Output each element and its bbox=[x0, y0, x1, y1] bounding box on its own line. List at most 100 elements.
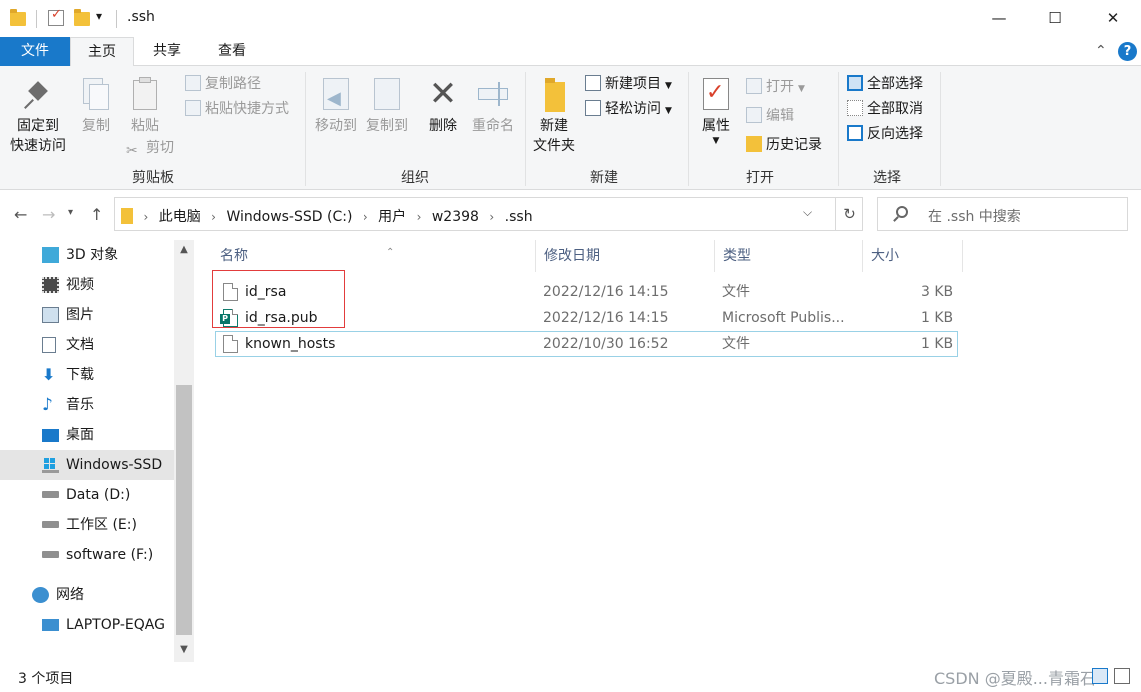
nav-item-documents[interactable]: 文档 bbox=[0, 330, 174, 360]
file-type: 文件 bbox=[722, 336, 750, 352]
properties-button[interactable]: ✓ 属性 ▼ bbox=[694, 76, 738, 146]
delete-button[interactable]: ✕ 删除 bbox=[422, 76, 464, 136]
new-folder-icon[interactable] bbox=[74, 9, 90, 26]
paste-button[interactable]: 粘贴 bbox=[124, 76, 166, 136]
select-all-button[interactable]: 全部选择 bbox=[847, 74, 923, 96]
easy-access-icon bbox=[585, 100, 601, 116]
nav-item-software-f[interactable]: software (F:) bbox=[0, 540, 174, 570]
nav-item-3d-objects[interactable]: 3D 对象 bbox=[0, 240, 174, 270]
breadcrumb-item[interactable]: .ssh bbox=[505, 209, 533, 225]
column-header-label: 大小 bbox=[871, 248, 899, 264]
large-icons-view-icon[interactable] bbox=[1114, 668, 1130, 684]
nav-item-music[interactable]: ♪ 音乐 bbox=[0, 390, 174, 420]
drive-icon bbox=[42, 491, 59, 498]
nav-item-desktop[interactable]: 桌面 bbox=[0, 420, 174, 450]
invert-selection-label: 反向选择 bbox=[867, 126, 923, 142]
column-header-size[interactable]: 大小 bbox=[863, 240, 963, 272]
column-header-name[interactable]: 名称 ⌃ bbox=[212, 240, 536, 272]
paste-shortcut-button[interactable]: 粘贴快捷方式 bbox=[185, 99, 289, 121]
file-modified: 2022/12/16 14:15 bbox=[543, 284, 669, 300]
pictures-icon bbox=[42, 307, 59, 323]
tab-share[interactable]: 共享 bbox=[136, 37, 198, 66]
properties-checkbox-icon[interactable]: ✓ bbox=[48, 7, 64, 26]
scroll-up-icon[interactable]: ▲ bbox=[174, 240, 194, 260]
video-icon bbox=[42, 277, 59, 293]
breadcrumb-item[interactable]: 此电脑 bbox=[159, 209, 201, 225]
nav-item-workspace-e[interactable]: 工作区 (E:) bbox=[0, 510, 174, 540]
nav-item-downloads[interactable]: ⬇ 下载 bbox=[0, 360, 174, 390]
pin-to-quick-access-button[interactable]: 固定到 快速访问 bbox=[6, 76, 70, 156]
back-arrow-icon[interactable]: ← bbox=[14, 205, 27, 224]
file-size: 1 KB bbox=[921, 310, 954, 326]
minimize-button[interactable]: — bbox=[971, 0, 1027, 37]
navigation-bar: ← → ▾ ↑ › 此电脑 › Windows-SSD (C:) › 用户 › … bbox=[0, 191, 1141, 239]
column-header-type[interactable]: 类型 bbox=[715, 240, 863, 272]
column-header-label: 修改日期 bbox=[544, 248, 600, 264]
file-modified: 2022/10/30 16:52 bbox=[543, 336, 669, 352]
divider bbox=[940, 72, 941, 186]
tab-home[interactable]: 主页 bbox=[70, 37, 134, 67]
open-label: 打开 bbox=[766, 79, 794, 95]
breadcrumb-item[interactable]: w2398 bbox=[432, 209, 479, 225]
new-item-label: 新建项目 bbox=[605, 76, 661, 92]
open-button[interactable]: 打开 ▼ bbox=[746, 77, 805, 99]
refresh-icon[interactable]: ↻ bbox=[835, 198, 863, 230]
item-count: 3 个项目 bbox=[18, 671, 74, 687]
nav-item-laptop[interactable]: LAPTOP-EQAG bbox=[0, 610, 174, 640]
rename-button[interactable]: 重命名 bbox=[468, 76, 518, 136]
close-button[interactable]: ✕ bbox=[1085, 0, 1141, 37]
music-icon: ♪ bbox=[42, 395, 53, 415]
nav-item-videos[interactable]: 视频 bbox=[0, 270, 174, 300]
nav-item-windows-ssd[interactable]: Windows-SSD bbox=[0, 450, 174, 480]
move-to-button[interactable]: ◀ 移动到 bbox=[311, 76, 361, 136]
easy-access-button[interactable]: 轻松访问 ▼ bbox=[585, 99, 672, 121]
copy-path-icon bbox=[185, 75, 201, 91]
address-bar[interactable]: › 此电脑 › Windows-SSD (C:) › 用户 › w2398 › … bbox=[114, 197, 863, 231]
copy-button[interactable]: 复制 bbox=[76, 76, 116, 136]
nav-item-pictures[interactable]: 图片 bbox=[0, 300, 174, 330]
folder-icon bbox=[121, 208, 133, 224]
copy-icon bbox=[79, 76, 113, 112]
copy-to-button[interactable]: 复制到 bbox=[362, 76, 412, 136]
tab-file[interactable]: 文件 bbox=[0, 37, 70, 66]
nav-item-network[interactable]: 网络 bbox=[0, 580, 174, 610]
watermark: CSDN @夏殿...青霜石 bbox=[934, 669, 1096, 688]
edit-button[interactable]: 编辑 bbox=[746, 106, 794, 128]
recent-locations-chevron-icon[interactable]: ▾ bbox=[68, 207, 73, 218]
maximize-button[interactable]: ☐ bbox=[1027, 0, 1083, 37]
pin-label: 固定到 bbox=[17, 118, 59, 134]
new-folder-button[interactable]: 新建 文件夹 bbox=[530, 76, 578, 156]
history-button[interactable]: 历史记录 bbox=[746, 135, 822, 157]
cut-button[interactable]: ✂ 剪切 bbox=[126, 138, 174, 160]
nav-item-data-d[interactable]: Data (D:) bbox=[0, 480, 174, 510]
breadcrumb-item[interactable]: Windows-SSD (C:) bbox=[226, 209, 352, 225]
up-arrow-icon[interactable]: ↑ bbox=[90, 205, 103, 224]
navigation-scrollbar[interactable]: ▲ ▼ bbox=[174, 240, 194, 662]
details-view-icon[interactable] bbox=[1092, 668, 1108, 684]
invert-selection-button[interactable]: 反向选择 bbox=[847, 124, 923, 146]
divider bbox=[688, 72, 689, 186]
search-input[interactable]: 在 .ssh 中搜索 bbox=[877, 197, 1128, 231]
customize-toolbar-dropdown-icon[interactable]: ▾ bbox=[96, 9, 102, 23]
copy-label: 复制 bbox=[82, 118, 110, 134]
history-icon bbox=[746, 136, 762, 152]
address-history-chevron-icon[interactable]: ⌵ bbox=[803, 205, 812, 220]
help-icon[interactable]: ? bbox=[1118, 42, 1137, 61]
scrollbar-thumb[interactable] bbox=[176, 385, 192, 635]
nav-item-label: 3D 对象 bbox=[66, 247, 119, 263]
new-item-button[interactable]: 新建项目 ▼ bbox=[585, 74, 672, 96]
copy-path-button[interactable]: 复制路径 bbox=[185, 74, 261, 96]
tab-view[interactable]: 查看 bbox=[200, 37, 264, 66]
select-none-button[interactable]: 全部取消 bbox=[847, 99, 923, 121]
table-row[interactable]: known_hosts 2022/10/30 16:52 文件 1 KB bbox=[215, 331, 958, 357]
move-to-icon: ◀ bbox=[319, 76, 353, 112]
new-group-label: 新建 bbox=[590, 170, 618, 186]
scroll-down-icon[interactable]: ▼ bbox=[174, 640, 194, 660]
column-header-modified[interactable]: 修改日期 bbox=[536, 240, 715, 272]
file-modified: 2022/12/16 14:15 bbox=[543, 310, 669, 326]
collapse-ribbon-icon[interactable]: ⌃ bbox=[1095, 43, 1107, 59]
breadcrumb-item[interactable]: 用户 bbox=[378, 209, 406, 225]
forward-arrow-icon[interactable]: → bbox=[42, 205, 55, 224]
drive-icon bbox=[42, 551, 59, 558]
invert-selection-icon bbox=[847, 125, 863, 141]
